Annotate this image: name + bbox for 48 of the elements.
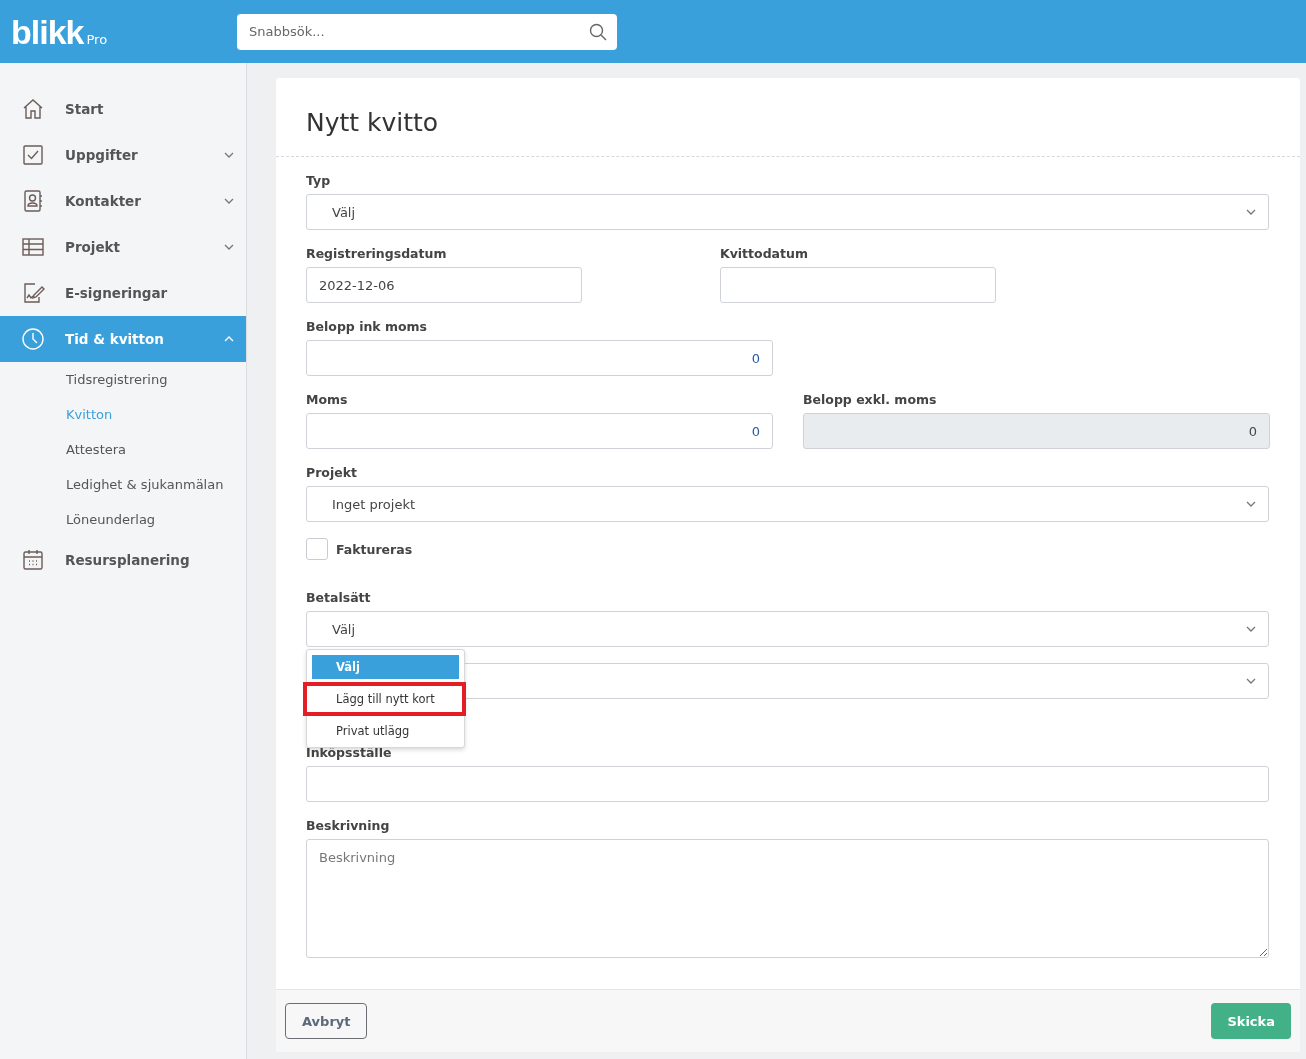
field-label: Betalsätt [306, 590, 372, 605]
dropdown-option[interactable]: Lägg till nytt kort [303, 682, 466, 716]
nav-subitem[interactable]: Löneunderlag [66, 512, 156, 527]
calendar-icon [21, 548, 45, 572]
date-field[interactable]: 2022-12-06 [306, 267, 582, 303]
field-label: Typ [306, 173, 332, 188]
field-label: Belopp exkl. moms [803, 392, 938, 407]
nav-item[interactable]: Resursplanering [0, 537, 246, 583]
amount-field[interactable]: 0 [306, 340, 773, 376]
nav-item[interactable]: Start [0, 86, 246, 132]
nav-item[interactable]: Uppgifter [0, 132, 246, 178]
checkbox-icon [21, 143, 45, 167]
amount-field[interactable]: 0 [306, 413, 773, 449]
description-field[interactable]: Beskrivning [306, 839, 1269, 958]
nav-subitem[interactable]: Tidsregistrering [66, 372, 168, 387]
search-icon[interactable] [589, 22, 607, 41]
document-pen-icon [21, 281, 45, 305]
contact-book-icon [21, 189, 45, 213]
table-icon [21, 235, 45, 259]
field-label: Belopp ink moms [306, 319, 429, 334]
field-label: Beskrivning [306, 818, 391, 833]
date-field[interactable] [720, 267, 996, 303]
field-label: Kvittodatum [720, 246, 809, 261]
clock-icon [21, 327, 45, 351]
search-field[interactable]: Snabbsök... [237, 13, 617, 50]
nav-item[interactable]: Kontakter [0, 178, 246, 224]
field-label: Moms [306, 392, 349, 407]
checkbox[interactable] [306, 538, 328, 560]
field-label: Registreringsdatum [306, 246, 448, 261]
chevron-icon [1246, 209, 1256, 215]
nav-subitem[interactable]: Attestera [66, 442, 127, 457]
nav-item[interactable]: Projekt [0, 224, 246, 270]
nav-subitem[interactable]: Ledighet & sjukanmälan [66, 477, 224, 492]
chevron-icon [1246, 626, 1256, 632]
select-field[interactable]: Välj [306, 194, 1269, 230]
field-label: Projekt [306, 465, 358, 480]
checkbox-label: Faktureras [336, 541, 413, 557]
cancel-button[interactable]: Avbryt [285, 1003, 368, 1039]
field-label: Inköpsställe [306, 745, 393, 760]
nav-item[interactable]: E-signeringar [0, 270, 246, 316]
select-field[interactable]: Inget projekt [306, 486, 1269, 522]
dropdown-option[interactable]: Privat utlägg [312, 719, 459, 743]
chevron-icon [1246, 501, 1256, 507]
chevron-icon [1246, 678, 1256, 684]
page-title: Nytt kvitto [306, 106, 439, 137]
input-field[interactable] [306, 766, 1269, 802]
home-icon [21, 97, 45, 121]
select-field[interactable]: Välj [306, 611, 1269, 647]
